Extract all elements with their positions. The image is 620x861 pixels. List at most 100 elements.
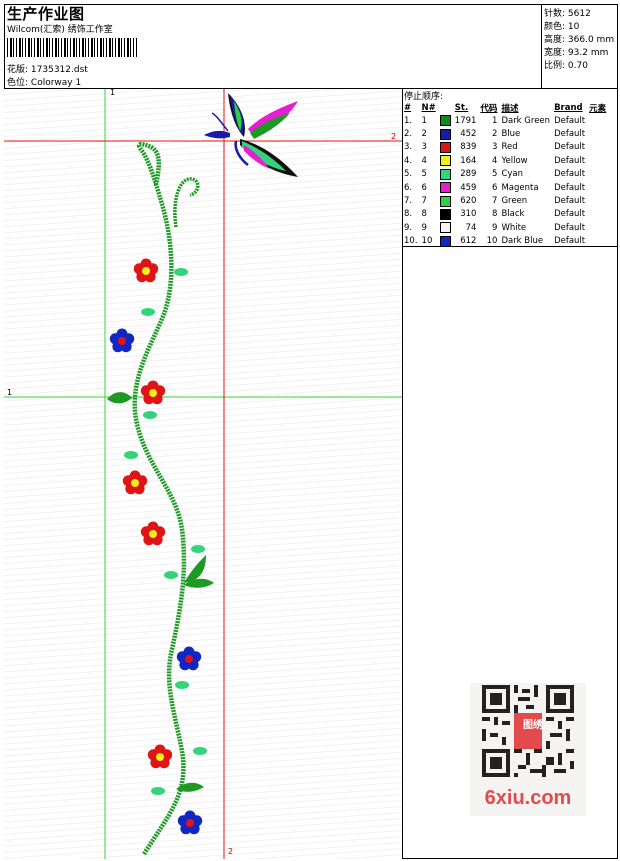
stat-stitches: 针数: 5612 [544,9,591,19]
row-index: 6. [404,182,413,193]
leaf-bud [174,268,188,276]
row-swatch [439,221,455,234]
row-brand: Default [554,182,586,193]
row-element [589,235,610,248]
leaf-bud [164,571,178,579]
row-brand: Default [554,129,586,140]
panel-divider [402,88,403,859]
row-index: 7. [404,196,413,207]
row-n: 10 [421,236,433,247]
embroidery-design [4,89,402,859]
guide-label-h2: 2 [391,132,397,141]
leaf-bud [175,681,189,689]
color-swatch [439,208,451,220]
row-description: Red [501,142,518,153]
row-element [589,194,610,207]
row-brand: Default [554,196,586,207]
flower-blue [176,646,202,671]
row-code: 2 [492,129,498,140]
row-n: 7 [421,196,427,207]
row-swatch [439,235,455,248]
flower-red [140,380,166,405]
row-element [589,168,610,181]
row-description: Cyan [501,169,523,180]
leaf-bud [193,747,207,755]
row-stitches: 612 [460,236,477,247]
row-stitches: 74 [465,222,477,233]
row-n: 1 [421,115,427,126]
row-stitches: 310 [460,209,477,220]
row-swatch [439,194,455,207]
col-n: N# [421,102,436,113]
row-description: Magenta [501,182,539,193]
row-swatch [439,168,455,181]
row-stitches: 839 [460,142,477,153]
flower-red [147,744,173,769]
row-index: 8. [404,209,413,220]
row-index: 1. [404,115,413,126]
row-element [589,141,610,154]
row-code: 9 [492,222,498,233]
row-n: 5 [421,169,427,180]
row-index: 4. [404,155,413,166]
row-n: 9 [421,222,427,233]
table-row: 3. 3 839 3 Red Default [404,141,610,154]
stat-colors: 颜色: 10 [544,22,580,32]
leaf-bud [141,308,155,316]
leaf-bud [191,545,205,553]
table-row: 1. 1 1791 1 Dark Green Default [404,114,610,127]
design-line: 花版: 1735312.dst [7,62,88,75]
row-brand: Default [554,209,586,220]
row-brand: Default [554,142,586,153]
table-row: 5. 5 289 5 Cyan Default [404,168,610,181]
flower-blue [177,810,203,835]
color-swatch [439,128,451,140]
design-label: 花版: [7,65,29,75]
table-row: 8. 8 310 8 Black Default [404,208,610,221]
row-stitches: 459 [460,182,477,193]
col-description: 描述 [501,103,519,114]
row-code: 1 [492,115,498,126]
leaf-bud [124,451,138,459]
colorway-line: 色位: Colorway 1 [7,75,81,88]
row-index: 3. [404,142,413,153]
row-element [589,154,610,167]
row-index: 9. [404,222,413,233]
colorway-value: Colorway 1 [30,78,82,88]
stats-divider [541,4,542,88]
table-header-row: # N# St. 代码 描述 Brand 元素 [404,101,610,114]
row-brand: Default [554,169,586,180]
row-n: 8 [421,209,427,220]
row-element [589,208,610,221]
row-swatch [439,154,455,167]
table-row: 2. 2 452 2 Blue Default [404,127,610,140]
row-element [589,114,610,127]
watermark-text: 6xiu.com [484,787,572,809]
row-n: 2 [421,129,427,140]
studio-name: Wilcom(汇索) 绣饰工作室 [7,25,113,35]
row-n: 4 [421,155,427,166]
col-code: 代码 [480,103,498,114]
leaf-bud [151,787,165,795]
guide-label-v1: 1 [110,88,116,97]
row-description: Dark Green [501,115,551,126]
color-swatch [439,155,451,167]
row-description: Green [501,196,528,207]
row-description: Dark Blue [501,236,544,247]
table-row: 7. 7 620 7 Green Default [404,194,610,207]
guide-label-h1: 1 [7,388,13,397]
row-element [589,181,610,194]
row-swatch [439,181,455,194]
guide-label-v2: 2 [228,847,234,856]
row-n: 6 [421,182,427,193]
row-element [589,127,610,140]
row-swatch [439,141,455,154]
butterfly [204,93,298,177]
row-stitches: 289 [460,169,477,180]
colorway-label: 色位: [7,78,29,88]
leaf [107,392,132,404]
row-brand: Default [554,236,586,247]
page-title: 生产作业图 [7,5,85,23]
vine-curl [173,177,200,228]
row-brand: Default [554,222,586,233]
